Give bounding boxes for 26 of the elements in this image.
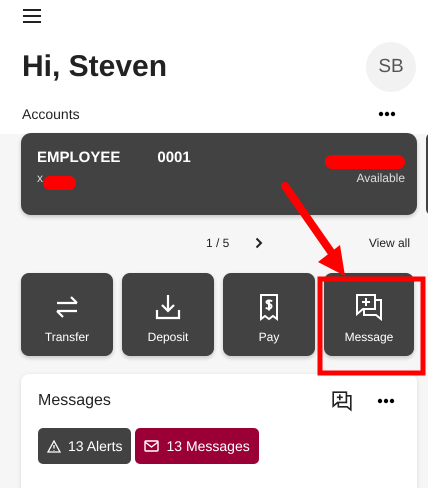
account-number: 0001	[157, 149, 191, 166]
filter-chip[interactable]: 13 Messages	[135, 428, 259, 464]
account-card[interactable]: EMPLOYEE 0001 x Available	[21, 133, 417, 215]
avatar[interactable]: SB	[366, 42, 416, 92]
greeting-title: Hi, Steven	[22, 50, 168, 84]
filter-chip[interactable]: 13 Alerts	[38, 428, 132, 464]
action-button[interactable]: Pay	[223, 273, 315, 356]
chevron-right-icon[interactable]	[255, 237, 264, 249]
chat-plus-icon	[354, 292, 384, 322]
view-all-link[interactable]: View all	[368, 236, 410, 250]
page-indicator: 1 / 5	[206, 236, 230, 250]
account-name: EMPLOYEE	[37, 149, 120, 166]
action-button[interactable]: Deposit	[122, 273, 214, 356]
menu-icon[interactable]	[22, 8, 42, 24]
card-title: Messages	[38, 392, 111, 410]
redaction-mark	[43, 176, 76, 190]
more-icon[interactable]	[377, 398, 395, 404]
action-button[interactable]: Message	[324, 273, 414, 356]
warning-icon	[47, 440, 61, 452]
envelope-icon	[144, 440, 160, 452]
section-title: Accounts	[22, 106, 80, 122]
action-button[interactable]: Transfer	[21, 273, 113, 356]
chat-plus-icon[interactable]	[331, 390, 353, 412]
account-mask: x	[37, 171, 43, 185]
balance-label: Available	[356, 171, 405, 185]
more-icon[interactable]	[378, 111, 396, 117]
